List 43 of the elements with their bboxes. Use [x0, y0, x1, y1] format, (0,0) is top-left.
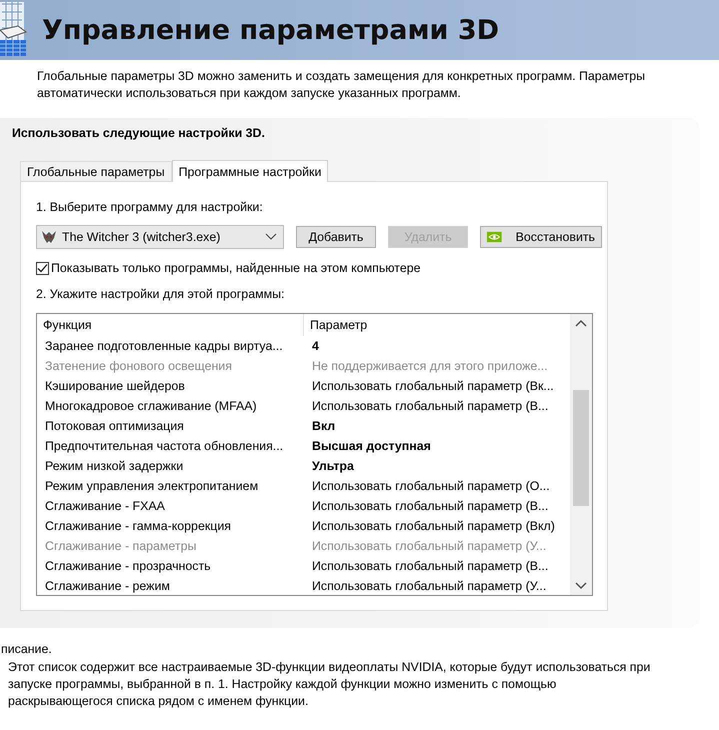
table-cell[interactable]: Режим низкой задержки: [37, 459, 304, 473]
action-button[interactable]: Восстановить: [480, 226, 602, 248]
checkbox[interactable]: [36, 262, 49, 274]
table-cell[interactable]: Потоковая оптимизация: [37, 419, 304, 433]
checkbox-label: Показывать только программы, найденные на этом компьютере: [51, 261, 420, 275]
description-text: Этот список содержит все настраиваемые 3D-функции видеоплаты NVIDIA, которые будут использоваться при запуске программы, выбранной в п. 1. Настройку каждой функции можно изменить с помощью раскрывающегося списка рядом с именем функции.: [8, 659, 652, 710]
table-cell[interactable]: Кэширование шейдеров: [37, 379, 304, 393]
wolf-icon: [41, 229, 57, 245]
table-cell[interactable]: Сглаживание - прозрачность: [37, 559, 304, 573]
table-cell[interactable]: Использовать глобальный параметр (У...: [304, 579, 546, 593]
program-dropdown[interactable]: The Witcher 3 (witcher3.exe): [36, 225, 284, 249]
table-cell[interactable]: Вкл: [304, 419, 336, 433]
step-label: 1. Выберите программу для настройки:: [36, 200, 264, 216]
table-cell[interactable]: 4: [304, 339, 319, 353]
tab[interactable]: Программные настройки: [172, 160, 328, 182]
table-cell[interactable]: Заранее подготовленные кадры виртуа...: [37, 339, 304, 353]
table-cell[interactable]: Использовать глобальный параметр (Вкл): [304, 519, 555, 533]
tab[interactable]: Глобальные параметры: [20, 161, 172, 181]
table-cell[interactable]: Ультра: [304, 459, 354, 473]
table-cell[interactable]: Использовать глобальный параметр (В...: [304, 559, 548, 573]
table-cell[interactable]: Сглаживание - FXAA: [37, 499, 304, 513]
table-cell[interactable]: Использовать глобальный параметр (В...: [304, 399, 548, 413]
table-cell[interactable]: Высшая доступная: [304, 439, 431, 453]
table-cell[interactable]: Многокадровое сглаживание (MFAA): [37, 399, 304, 413]
scrollbar[interactable]: [570, 314, 592, 595]
table-cell[interactable]: Использовать глобальный параметр (О...: [304, 479, 550, 493]
column-header[interactable]: Функция: [37, 314, 304, 336]
table-cell[interactable]: Режим управления электропитанием: [37, 479, 304, 493]
page-title: Управление параметрами 3D: [42, 14, 500, 46]
table-cell[interactable]: Сглаживание - режим: [37, 579, 304, 593]
table-cell[interactable]: Предпочтительная частота обновления...: [37, 439, 304, 453]
eye-logo-icon: [487, 230, 502, 244]
table-cell[interactable]: Использовать глобальный параметр (Вк...: [304, 379, 554, 393]
intro-text: автоматически использоваться при каждом запуске указанных программ.: [37, 85, 462, 101]
table-cell[interactable]: Использовать глобальный параметр (В...: [304, 499, 548, 513]
chevron-down-icon: [265, 233, 277, 241]
table-cell[interactable]: Сглаживание - гамма-коррекция: [37, 519, 304, 533]
step-label: 2. Укажите настройки для этой программы:: [36, 287, 286, 303]
section-heading: Использовать следующие настройки 3D.: [12, 126, 266, 142]
column-header[interactable]: Параметр: [304, 314, 374, 336]
description-heading: писание.: [0, 642, 53, 656]
action-button[interactable]: Добавить: [296, 226, 376, 248]
intro-text: Глобальные параметры 3D можно заменить и создать замещения для конкретных программ. Параметры: [37, 68, 646, 84]
